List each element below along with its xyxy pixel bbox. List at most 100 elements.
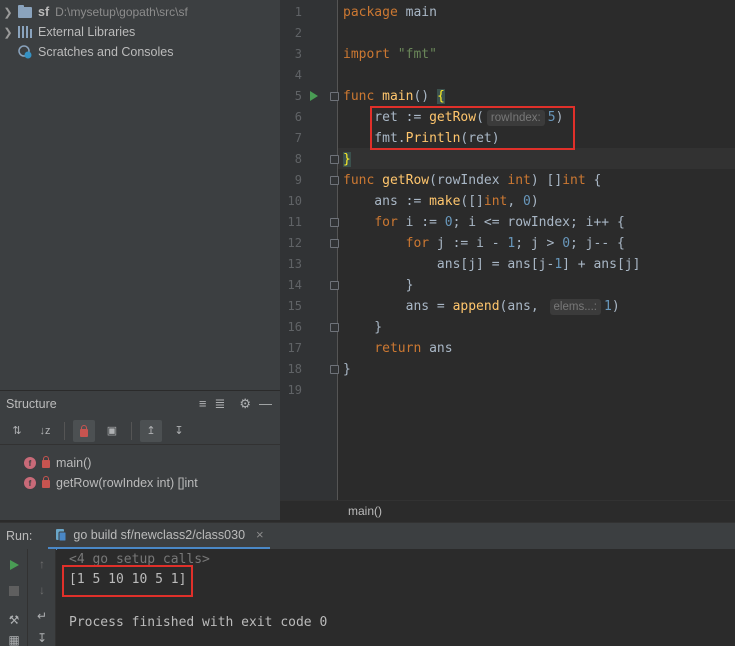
- sort-by-visibility-icon[interactable]: ⇅: [6, 420, 28, 442]
- chevron-right-icon[interactable]: ❯: [0, 6, 16, 19]
- expand-all-icon[interactable]: ≡: [199, 396, 207, 412]
- code-line: for i := 0; i <= rowIndex; i++ {: [374, 215, 625, 230]
- fold-icon[interactable]: [330, 239, 339, 248]
- structure-item-main[interactable]: f main(): [0, 453, 280, 473]
- tree-item-path: D:\mysetup\gopath\src\sf: [55, 5, 188, 19]
- line-number: 10: [287, 194, 302, 208]
- gear-icon[interactable]: ⚙: [239, 396, 251, 412]
- show-non-public-icon[interactable]: [73, 419, 95, 442]
- autoscroll-from-source-icon[interactable]: ↧: [168, 420, 190, 442]
- scroll-to-end-icon[interactable]: ↧: [28, 631, 56, 645]
- tree-item-sf[interactable]: ❯ sf D:\mysetup\gopath\src\sf: [0, 2, 280, 22]
- annotation-box: [62, 565, 193, 597]
- code-line: ans[j] = ans[j-1] + ans[j]: [343, 257, 641, 272]
- stop-icon[interactable]: [0, 585, 28, 597]
- line-number: 16: [287, 320, 302, 334]
- line-number: 19: [287, 383, 302, 397]
- run-toolbar-secondary: ↑ ↓ ↵ ↧: [28, 549, 56, 646]
- fold-icon[interactable]: [330, 281, 339, 290]
- chevron-right-icon[interactable]: ❯: [0, 26, 16, 39]
- code-line: }: [343, 362, 351, 377]
- line-number: 12: [287, 236, 302, 250]
- code-line: ans := make([]int, 0): [343, 194, 539, 209]
- wrench-icon[interactable]: ⚒: [0, 613, 28, 627]
- code-line: }: [343, 320, 383, 335]
- soft-wrap-icon[interactable]: ↵: [28, 609, 56, 623]
- code-line: }: [343, 152, 351, 167]
- fold-icon[interactable]: [330, 155, 339, 164]
- fold-icon[interactable]: [330, 92, 339, 101]
- line-number: 13: [287, 257, 302, 271]
- code-line: package main: [343, 5, 437, 20]
- function-icon: f: [24, 457, 36, 469]
- line-number: 15: [287, 299, 302, 313]
- line-number: 5: [294, 89, 302, 103]
- line-number: 4: [294, 68, 302, 82]
- console-output[interactable]: <4 go setup calls> [1 5 10 10 5 1] Proce…: [57, 549, 735, 646]
- structure-toolbar: ⇅ ↓z ▣ ↥ ↧: [0, 417, 280, 445]
- tree-item-label: Scratches and Consoles: [38, 45, 174, 59]
- project-panel: ❯ sf D:\mysetup\gopath\src\sf ❯ External…: [0, 0, 280, 390]
- fold-icon[interactable]: [330, 323, 339, 332]
- lock-icon: [42, 476, 50, 488]
- run-toolbar-primary: ⚒ ▦: [0, 549, 28, 646]
- run-tab-label: go build sf/newclass2/class030: [73, 527, 246, 542]
- scratches-icon: [16, 45, 34, 59]
- library-icon: [16, 25, 34, 39]
- structure-header: Structure ≡ ≣ ⚙ —: [0, 391, 280, 417]
- show-fields-icon[interactable]: ▣: [101, 420, 123, 442]
- line-number: 9: [294, 173, 302, 187]
- parameter-hint: elems...:: [549, 299, 601, 315]
- structure-item-getrow[interactable]: f getRow(rowIndex int) []int: [0, 473, 280, 493]
- code-line: }: [343, 278, 414, 293]
- line-number: 14: [287, 278, 302, 292]
- run-tab[interactable]: go build sf/newclass2/class030 ×: [48, 523, 270, 550]
- structure-panel: Structure ≡ ≣ ⚙ — ⇅ ↓z ▣ ↥ ↧ f main() f …: [0, 390, 280, 520]
- structure-title: Structure: [6, 397, 57, 411]
- autoscroll-to-source-icon[interactable]: ↥: [140, 419, 162, 442]
- line-number: 18: [287, 362, 302, 376]
- fold-icon[interactable]: [330, 365, 339, 374]
- line-number: 6: [294, 110, 302, 124]
- minimize-icon[interactable]: —: [259, 396, 272, 412]
- line-number: 2: [294, 26, 302, 40]
- annotation-box: [370, 106, 575, 150]
- layout-icon[interactable]: ▦: [0, 633, 28, 646]
- structure-item-label: main(): [56, 456, 92, 470]
- code-editor[interactable]: 1 2 3 4 5 6 7 8 9 10 11 12 13 14 15 16 1…: [280, 0, 735, 522]
- tree-item-external-libraries[interactable]: ❯ External Libraries: [0, 22, 280, 42]
- code-line: func getRow(rowIndex int) []int {: [343, 173, 602, 188]
- code-line: ans = append(ans, elems...: 1): [343, 299, 620, 315]
- breadcrumb-bar: main(): [280, 500, 735, 522]
- run-panel-header: Run: go build sf/newclass2/class030 ×: [0, 522, 735, 550]
- line-number: 8: [294, 152, 302, 166]
- tree-item-scratches[interactable]: Scratches and Consoles: [0, 42, 280, 62]
- tree-item-label: sf: [38, 5, 50, 19]
- line-number: 1: [294, 5, 302, 19]
- code-line: func main() {: [343, 89, 445, 104]
- structure-item-label: getRow(rowIndex int) []int: [56, 476, 198, 490]
- folder-icon: [16, 4, 34, 19]
- arrow-down-icon[interactable]: ↓: [28, 583, 56, 597]
- code-line: for j := i - 1; j > 0; j-- {: [405, 236, 625, 251]
- lock-icon: [42, 456, 50, 468]
- collapse-all-icon[interactable]: ≣: [214, 396, 225, 412]
- code-line: import "fmt": [343, 47, 437, 62]
- close-icon[interactable]: ×: [256, 527, 264, 542]
- tree-item-label: External Libraries: [38, 25, 136, 39]
- run-label: Run:: [6, 529, 33, 543]
- arrow-up-icon[interactable]: ↑: [28, 557, 56, 571]
- run-gutter-icon[interactable]: [310, 91, 318, 101]
- breadcrumb[interactable]: main(): [348, 504, 382, 518]
- code-line: return ans: [374, 341, 453, 356]
- line-number: 17: [287, 341, 302, 355]
- rerun-icon[interactable]: [0, 559, 28, 571]
- console-exit-message: Process finished with exit code 0: [69, 615, 328, 630]
- line-number: 3: [294, 47, 302, 61]
- sort-alphabetically-icon[interactable]: ↓z: [34, 420, 56, 442]
- fold-icon[interactable]: [330, 218, 339, 227]
- current-line-highlight: [338, 148, 735, 169]
- line-number: 7: [294, 131, 302, 145]
- fold-icon[interactable]: [330, 176, 339, 185]
- line-number: 11: [287, 215, 302, 229]
